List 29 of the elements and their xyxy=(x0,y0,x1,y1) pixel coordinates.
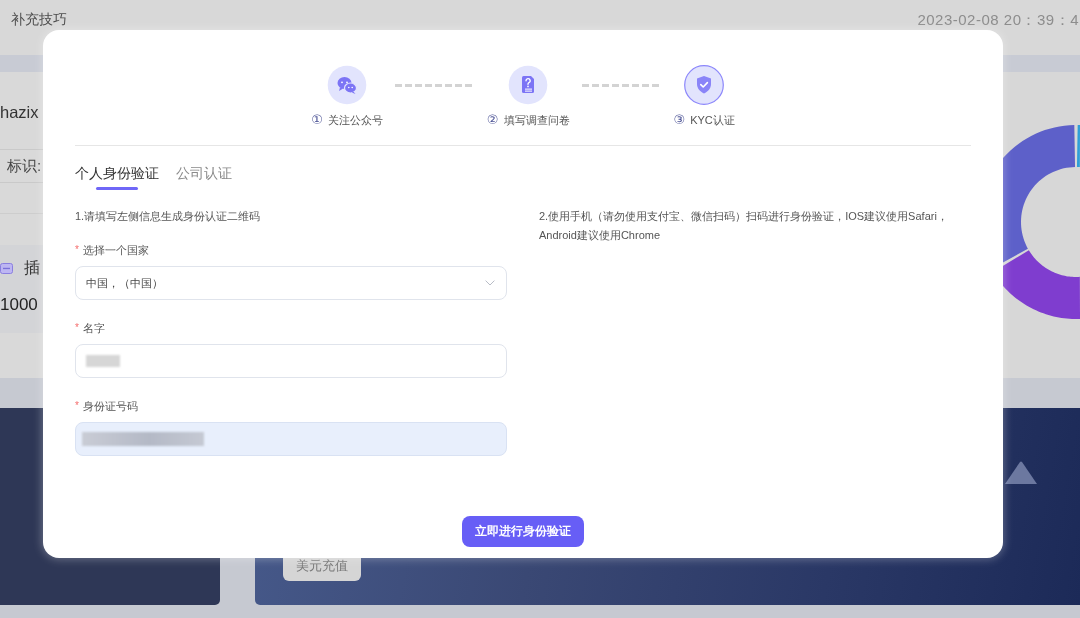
step-label: KYC认证 xyxy=(690,113,735,127)
username: hazix xyxy=(0,103,39,122)
tab[interactable]: 公司认证 xyxy=(176,163,232,190)
chevron-down-icon xyxy=(485,280,495,286)
field-label: 名字 xyxy=(82,321,105,336)
select-field[interactable]: 中国，（中国） xyxy=(75,266,507,300)
card-icon xyxy=(0,262,13,274)
amount: 1000 xyxy=(0,294,38,316)
date-time: 2023-02-08 20：39：4 xyxy=(917,12,1079,28)
submit-button[interactable]: 立即进行身份验证 xyxy=(462,516,584,547)
page-title: 补充技巧 xyxy=(11,12,67,28)
mountain-icon xyxy=(1005,460,1037,484)
field-label: 身份证号码 xyxy=(82,399,138,414)
step-number: ③ xyxy=(673,113,686,127)
step-label: 填写调查问卷 xyxy=(503,113,570,127)
id-label: 标识: xyxy=(7,156,42,176)
plugin-title: 插 xyxy=(24,257,40,278)
step-label: 关注公众号 xyxy=(327,113,383,127)
required-mark: * xyxy=(75,321,79,335)
required-mark: * xyxy=(75,243,79,257)
step-number: ① xyxy=(311,113,323,127)
step-number: ② xyxy=(486,113,499,127)
input-field[interactable] xyxy=(75,344,507,378)
field-label: 选择一个国家 xyxy=(82,243,149,258)
instruction-text: 1.请填写左侧信息生成身份认证二维码 xyxy=(75,209,262,224)
input-field[interactable] xyxy=(75,422,507,456)
tab[interactable]: 个人身份验证 xyxy=(75,163,159,190)
instruction-text: 2.使用手机（请勿使用支付宝、微信扫码）扫码进行身份验证，IOS建议使用Safari，Android建议使用Chrome xyxy=(539,209,949,243)
required-mark: * xyxy=(75,399,79,413)
